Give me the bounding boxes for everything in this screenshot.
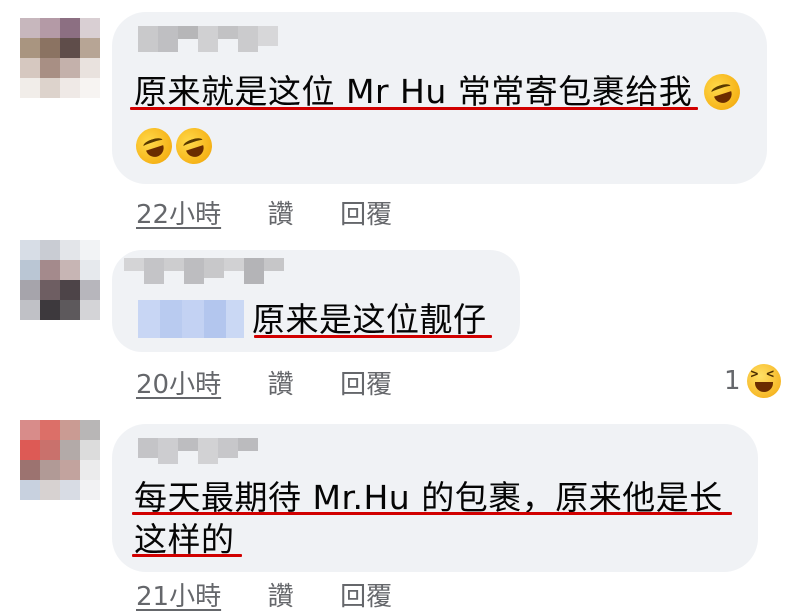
commenter-name[interactable]: [138, 438, 258, 464]
avatar[interactable]: [20, 420, 100, 500]
reply-button[interactable]: 回覆: [340, 582, 392, 612]
comment-3: 每天最期待 Mr.Hu 的包裹，原来他是长 这样的 21小時 讚 回覆: [0, 0, 800, 613]
red-underline-annotation: [132, 512, 732, 515]
like-button[interactable]: 讚: [268, 582, 294, 612]
comment-actions: 21小時 讚 回覆: [136, 576, 392, 613]
red-underline-annotation: [132, 554, 242, 557]
timestamp-link[interactable]: 21小時: [136, 582, 221, 612]
